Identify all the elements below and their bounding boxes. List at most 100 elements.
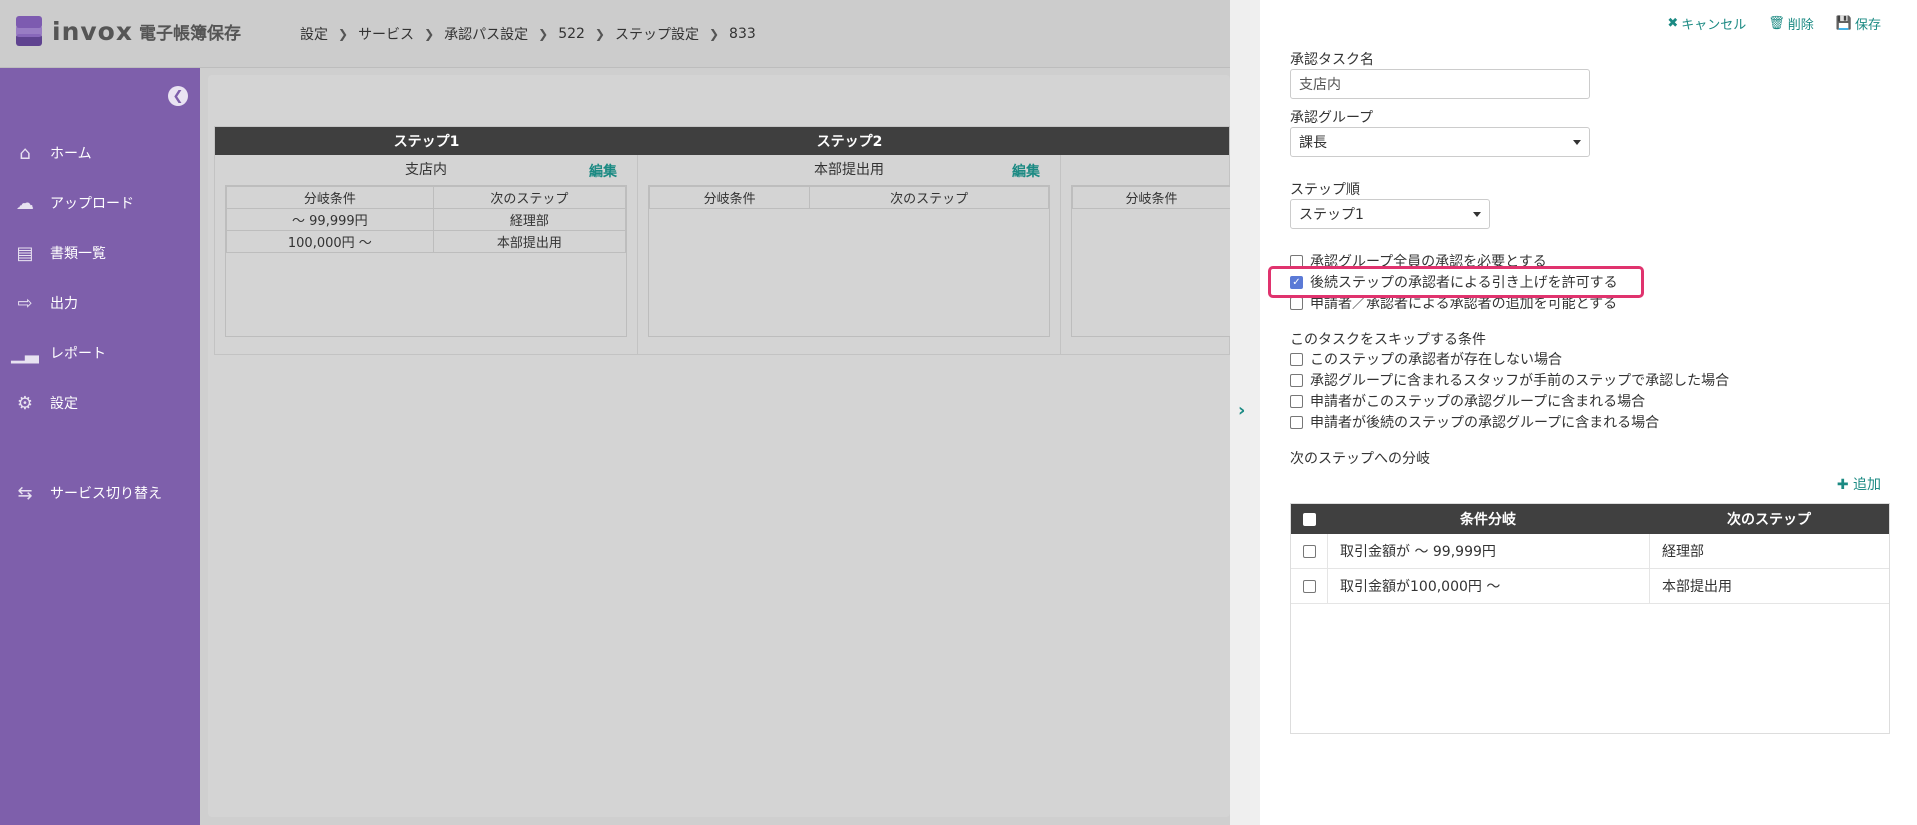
chevron-right-icon: ❯ — [594, 27, 605, 41]
step-title — [1061, 159, 1231, 181]
cancel-button[interactable]: ✖ キャンセル — [1667, 14, 1746, 33]
sidebar-item-export[interactable]: ⇨ 出力 — [0, 278, 200, 328]
sidebar-item-service-switch[interactable]: ⇆ サービス切り替え — [0, 468, 200, 518]
service-switch: ⇆ サービス切り替え — [0, 468, 200, 518]
task-name-label: 承認タスク名 — [1290, 52, 1374, 68]
step-header-1: ステップ1 — [393, 134, 460, 150]
table-row: 100,000円 〜 本部提出用 — [226, 230, 627, 253]
chevron-right-icon: ❯ — [708, 27, 720, 41]
skip-option-3[interactable]: 申請者がこのステップの承認グループに含まれる場合 — [1290, 391, 1645, 411]
checkbox[interactable] — [1290, 415, 1303, 429]
table-cell: 100,000円 〜 — [226, 230, 434, 253]
checkbox[interactable] — [1302, 544, 1316, 558]
checkbox[interactable] — [1290, 296, 1303, 310]
step-order-select[interactable]: ステップ1 — [1290, 199, 1490, 229]
skip-option-1[interactable]: このステップの承認者が存在しない場合 — [1290, 349, 1562, 369]
chevron-right-icon: ❯ — [424, 27, 435, 41]
save-button[interactable]: 💾 保存 — [1836, 14, 1881, 33]
document-icon: ▤ — [16, 242, 34, 264]
step-header-3 — [1061, 127, 1229, 155]
cloud-upload-icon: ☁ — [16, 192, 34, 214]
branch-label: 次のステップへの分岐 — [1290, 451, 1430, 467]
collapse-sidebar-icon[interactable]: ❮ — [168, 86, 188, 106]
breadcrumb-item-service[interactable]: サービス — [358, 24, 414, 44]
group-label: 承認グループ — [1290, 110, 1374, 126]
checkbox[interactable] — [1290, 352, 1303, 366]
column-header: 分岐条件 — [1072, 186, 1231, 209]
sidebar-item-label: アップロード — [50, 196, 134, 212]
step-title: 本部提出用 — [814, 162, 884, 178]
bar-chart-icon: ▁▃ — [11, 342, 39, 364]
sidebar-item-report[interactable]: ▁▃ レポート — [0, 328, 200, 378]
table-cell: 〜 99,999円 — [226, 208, 434, 231]
caret-down-icon — [1573, 139, 1581, 145]
branch-mini-table: 分岐条件 — [1071, 185, 1231, 337]
panel-gutter: › — [1230, 0, 1260, 825]
table-row[interactable]: 取引金額が 〜 99,999円 経理部 — [1291, 534, 1889, 569]
sidebar: ❮ ⌂ ホーム ☁ アップロード ▤ 書類一覧 ⇨ 出力 ▁▃ レポート ⚙ 設… — [0, 68, 200, 825]
chevron-right-icon: ❯ — [538, 27, 549, 41]
logo-icon — [14, 16, 44, 46]
task-name-input[interactable] — [1290, 69, 1590, 99]
close-icon: ✖ — [1667, 16, 1679, 31]
sidebar-item-documents[interactable]: ▤ 書類一覧 — [0, 228, 200, 278]
step-column-1: 支店内 編集 分岐条件 次のステップ 〜 99,999円 経理部 100,000… — [215, 155, 638, 355]
skip-option-4[interactable]: 申請者が後続のステップの承認グループに含まれる場合 — [1290, 412, 1659, 432]
sidebar-item-label: 設定 — [50, 396, 78, 412]
breadcrumb-item-step-settings[interactable]: ステップ設定 — [615, 24, 699, 44]
edit-link[interactable]: 編集 — [1012, 161, 1040, 181]
table-cell: 取引金額が100,000円 〜 — [1327, 569, 1649, 603]
sidebar-item-label: レポート — [50, 346, 106, 362]
column-header: 次のステップ — [432, 186, 627, 209]
branch-table-header: 条件分岐 次のステップ — [1291, 504, 1889, 534]
select-all-checkbox[interactable] — [1302, 512, 1316, 526]
switch-icon: ⇆ — [17, 482, 33, 504]
breadcrumb-item-settings[interactable]: 設定 — [300, 24, 328, 44]
breadcrumb: 設定 ❯ サービス ❯ 承認パス設定 ❯ 522 ❯ ステップ設定 ❯ 833 — [300, 24, 756, 44]
column-header: 次のステップ — [1727, 512, 1811, 528]
export-icon: ⇨ — [17, 292, 33, 314]
skip-conditions-label: このタスクをスキップする条件 — [1290, 332, 1486, 348]
branch-mini-table: 分岐条件 次のステップ — [648, 185, 1050, 337]
column-header: 次のステップ — [809, 186, 1049, 209]
table-row: 〜 99,999円 経理部 — [226, 208, 627, 231]
sidebar-item-settings[interactable]: ⚙ 設定 — [0, 378, 200, 428]
step-order-label: ステップ順 — [1290, 182, 1360, 198]
checkbox[interactable] — [1302, 579, 1316, 593]
sidebar-nav: ⌂ ホーム ☁ アップロード ▤ 書類一覧 ⇨ 出力 ▁▃ レポート ⚙ 設定 — [0, 128, 200, 428]
branch-mini-table: 分岐条件 次のステップ 〜 99,999円 経理部 100,000円 〜 本部提… — [225, 185, 627, 337]
sidebar-item-label: ホーム — [50, 146, 92, 162]
table-cell: 経理部 — [1649, 534, 1889, 568]
table-cell: 取引金額が 〜 99,999円 — [1327, 534, 1649, 568]
plus-icon: ✚ — [1836, 477, 1849, 493]
steps-header: ステップ1 ステップ2 — [215, 127, 1229, 155]
sidebar-item-label: サービス切り替え — [50, 486, 162, 502]
table-cell: 本部提出用 — [432, 230, 627, 253]
add-branch-button[interactable]: ✚ 追加 — [1837, 474, 1881, 494]
delete-button[interactable]: 🗑 削除 — [1768, 14, 1814, 33]
breadcrumb-item-approval-path[interactable]: 承認パス設定 — [444, 24, 528, 44]
floppy-icon: 💾 — [1835, 16, 1852, 31]
group-select[interactable]: 課長 — [1290, 127, 1590, 157]
app-logo[interactable]: invox 電子帳簿保存 — [14, 16, 241, 46]
column-header: 条件分岐 — [1460, 512, 1516, 528]
table-cell: 本部提出用 — [1649, 569, 1889, 603]
checkbox[interactable] — [1290, 373, 1303, 387]
table-row[interactable]: 取引金額が100,000円 〜 本部提出用 — [1291, 569, 1889, 604]
chevron-right-icon: ❯ — [338, 27, 349, 41]
step-column-2: 本部提出用 編集 分岐条件 次のステップ — [638, 155, 1061, 355]
branch-table: 条件分岐 次のステップ 取引金額が 〜 99,999円 経理部 取引金額が100… — [1290, 503, 1890, 734]
table-cell: 経理部 — [432, 208, 627, 231]
caret-down-icon — [1473, 211, 1481, 217]
chevron-right-icon[interactable]: › — [1238, 400, 1245, 421]
edit-link[interactable]: 編集 — [589, 161, 617, 181]
skip-option-2[interactable]: 承認グループに含まれるスタッフが手前のステップで承認した場合 — [1290, 370, 1729, 390]
breadcrumb-item-path-id[interactable]: 522 — [558, 26, 585, 42]
trash-icon: 🗑 — [1768, 16, 1785, 31]
sidebar-item-upload[interactable]: ☁ アップロード — [0, 178, 200, 228]
steps-board: ステップ1 ステップ2 支店内 編集 分岐条件 次のステップ 〜 99,999円… — [214, 126, 1231, 355]
step-edit-panel: ✖キャンセル 🗑削除 💾保存 承認タスク名 承認グループ 課長 ステップ順 ステ… — [1260, 0, 1917, 825]
sidebar-item-home[interactable]: ⌂ ホーム — [0, 128, 200, 178]
sidebar-item-label: 出力 — [50, 296, 78, 312]
checkbox[interactable] — [1290, 394, 1303, 408]
